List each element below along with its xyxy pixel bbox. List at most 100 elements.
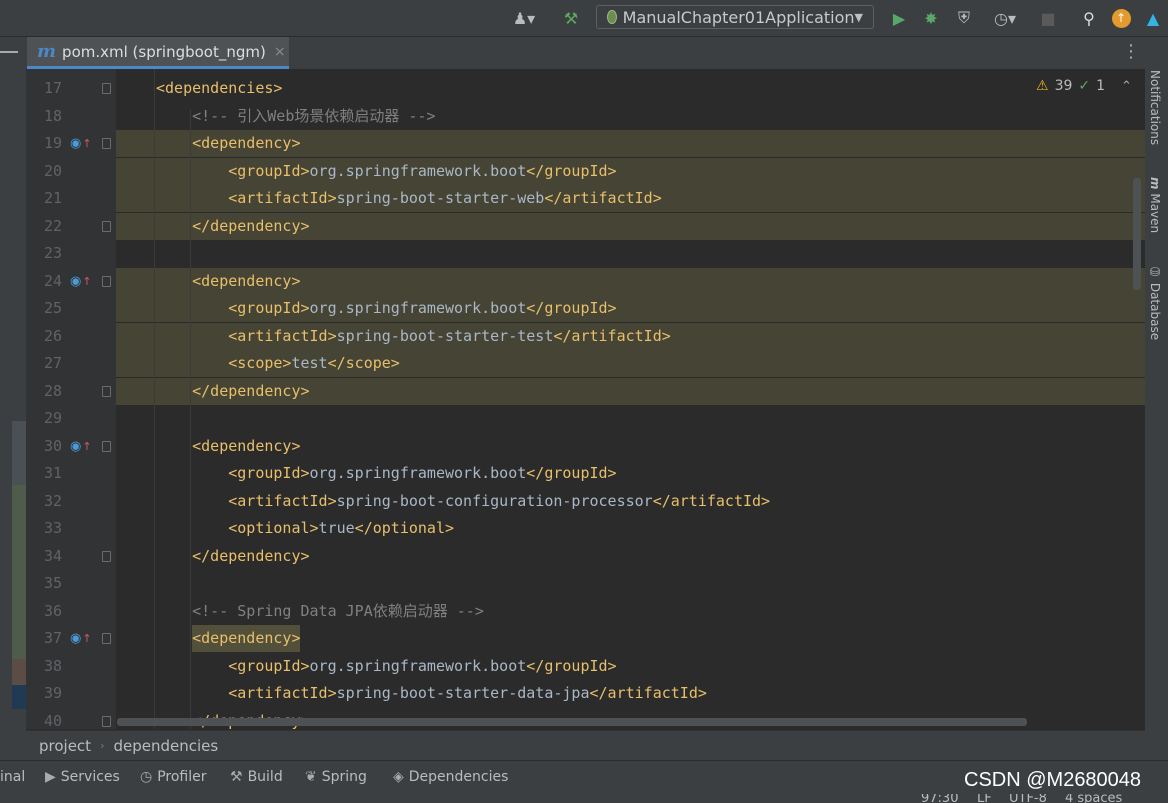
fold-marker-icon[interactable] (102, 440, 111, 452)
line-number: 22 (43, 216, 62, 235)
code-text: <!-- 引入Web场景依赖启动器 --> (192, 103, 435, 130)
override-navigate-icon[interactable]: ◉↑ (70, 631, 92, 646)
fold-marker-icon[interactable] (102, 220, 111, 232)
code-text: <!-- Spring Data JPA依赖启动器 --> (192, 598, 484, 625)
code-line[interactable]: 35 (26, 570, 1145, 597)
search-icon[interactable]: ⚲ (1078, 6, 1100, 30)
run-configuration-select[interactable]: ManualChapter01Application ▼ (596, 5, 874, 29)
warning-icon: ⚠ (1036, 78, 1049, 94)
line-number: 26 (43, 326, 62, 345)
minimize-icon[interactable] (0, 51, 18, 53)
line-number: 35 (43, 574, 62, 592)
watermark: CSDN @M2680048 (964, 769, 1142, 791)
code-line[interactable]: 34 </dependency> (26, 543, 1145, 570)
code-line[interactable]: 32 <artifactId>spring-boot-configuration-… (26, 488, 1145, 515)
override-navigate-icon[interactable]: ◉↑ (70, 136, 92, 151)
more-vertical-icon[interactable]: ⋮ (1122, 41, 1140, 62)
tool-dependencies[interactable]: ◈ Dependencies (393, 769, 508, 785)
notifications-tool[interactable]: Notifications (1148, 70, 1162, 145)
code-line[interactable]: 37 ◉↑ <dependency> (26, 625, 1145, 652)
indent-setting[interactable]: 4 spaces (1065, 794, 1122, 803)
code-line[interactable]: 24 ◉↑ <dependency> (26, 267, 1145, 295)
file-encoding[interactable]: UTF-8 (1009, 794, 1047, 803)
breadcrumb-item-dependencies[interactable]: dependencies (113, 737, 218, 755)
xml-text: spring-boot-starter-test (336, 326, 554, 345)
code-line[interactable]: 18 <!-- 引入Web场景依赖启动器 --> (26, 103, 1145, 130)
xml-tag: </groupId> (526, 161, 617, 180)
code-line[interactable]: 26 <artifactId>spring-boot-starter-test</… (26, 322, 1145, 350)
code-line[interactable]: 29 (26, 405, 1145, 432)
code-line[interactable]: 21 <artifactId>spring-boot-starter-web</a… (26, 185, 1145, 212)
line-separator[interactable]: LF (977, 794, 992, 803)
code-line[interactable]: 36 <!-- Spring Data JPA依赖启动器 --> (26, 598, 1145, 625)
xml-tag: <dependencies> (156, 79, 283, 97)
vcs-user-icon[interactable]: ♟▾ (508, 6, 540, 30)
code-line[interactable]: 20 <groupId>org.springframework.boot</gro… (26, 157, 1145, 185)
code-line[interactable]: 17 <dependencies> (26, 75, 1145, 102)
code-line[interactable]: 33 <optional>true</optional> (26, 515, 1145, 542)
xml-tag: </artifactId> (553, 326, 671, 345)
fold-marker-icon[interactable] (102, 385, 111, 397)
maven-tool[interactable]: m Maven (1148, 177, 1162, 233)
xml-tag: <scope> (228, 354, 292, 372)
caret-position[interactable]: 97:30 (921, 794, 958, 803)
code-line[interactable]: 39 <artifactId>spring-boot-starter-data-j… (26, 680, 1145, 707)
code-line[interactable]: 19 ◉↑ <dependency> (26, 130, 1145, 157)
code-line[interactable]: 25 <groupId>org.springframework.boot</gro… (26, 295, 1145, 322)
update-icon[interactable]: ↑ (1110, 6, 1132, 30)
code-editor[interactable]: 17 <dependencies> 18 <!-- 引入Web场景依赖启动器 --> 1… (26, 69, 1145, 729)
close-icon[interactable]: × (274, 44, 286, 60)
fold-marker-icon[interactable] (102, 83, 111, 94)
coverage-icon[interactable]: ⛨ (953, 6, 975, 30)
horizontal-scrollbar[interactable] (117, 718, 1027, 726)
xml-tag: <dependency> (192, 271, 301, 290)
xml-tag: <dependency> (192, 625, 301, 652)
line-number: 36 (43, 601, 62, 620)
build-hammer-icon[interactable]: ⚒ (560, 6, 582, 30)
profile-icon[interactable]: ◷▾ (985, 6, 1025, 30)
line-number: 40 (43, 711, 62, 730)
tool-terminal[interactable]: inal (0, 769, 25, 785)
inspection-widget[interactable]: ⚠ 39 ✓ 1 ⌃ ⌄ (1036, 78, 1145, 94)
tab-pom-xml[interactable]: m pom.xml (springboot_ngm) × (27, 37, 289, 69)
breadcrumb-item-project[interactable]: project (39, 737, 91, 755)
database-tool[interactable]: ⛁ Database (1148, 265, 1162, 340)
fold-marker-icon[interactable] (102, 275, 111, 287)
tool-profiler[interactable]: ◷ Profiler (140, 769, 207, 785)
code-text: <artifactId>spring-boot-starter-test</ar… (228, 323, 671, 350)
code-line[interactable]: 30 ◉↑ <dependency> (26, 433, 1145, 460)
left-strip-block (12, 659, 26, 685)
code-text: <dependencies> (156, 75, 282, 102)
fold-marker-icon[interactable] (102, 138, 111, 149)
fold-marker-icon[interactable] (102, 633, 111, 644)
stop-icon[interactable]: ■ (1039, 6, 1057, 30)
line-number: 23 (43, 244, 62, 262)
xml-tag: </artifactId> (652, 491, 771, 510)
breadcrumb: project › dependencies (26, 730, 1145, 760)
tool-spring[interactable]: ❦ Spring (305, 769, 367, 785)
run-icon[interactable]: ▶ (889, 6, 909, 30)
xml-tag: <artifactId> (228, 189, 337, 207)
override-navigate-icon[interactable]: ◉↑ (70, 439, 92, 454)
code-line[interactable]: 28 </dependency> (26, 377, 1145, 405)
xml-tag: </dependency> (192, 546, 310, 565)
code-line[interactable]: 31 <groupId>org.springframework.boot</gro… (26, 460, 1145, 487)
debug-icon[interactable]: ✸ (920, 6, 942, 30)
tool-services[interactable]: ▶ Services (45, 769, 120, 785)
xml-comment: <!-- 引入Web场景依赖启动器 --> (192, 106, 436, 125)
override-navigate-icon[interactable]: ◉↑ (70, 274, 92, 289)
code-line[interactable]: 22 </dependency> (26, 212, 1145, 240)
tool-build[interactable]: ⚒ Build (230, 769, 283, 785)
chevron-up-icon[interactable]: ⌃ (1121, 79, 1132, 94)
code-line[interactable]: 27 <scope>test</scope> (26, 350, 1145, 377)
xml-text: org.springframework.boot (309, 656, 527, 675)
status-bar: 97:30 LF UTF-8 4 spaces (0, 794, 1168, 803)
vertical-scrollbar[interactable] (1133, 178, 1141, 290)
fold-marker-icon[interactable] (102, 715, 111, 727)
xml-text: test (291, 354, 328, 372)
fold-marker-icon[interactable] (102, 550, 111, 562)
jetbrains-logo-icon[interactable]: ▲ (1142, 6, 1164, 30)
code-line[interactable]: 23 (26, 240, 1145, 267)
line-number: 30 (43, 436, 62, 455)
code-line[interactable]: 38 <groupId>org.springframework.boot</gro… (26, 653, 1145, 680)
